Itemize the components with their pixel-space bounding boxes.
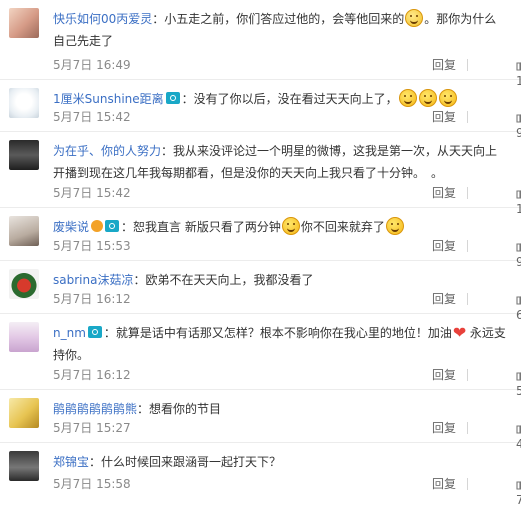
avatar[interactable]: [9, 88, 39, 118]
smiley-emoji-icon: [418, 89, 437, 107]
comment-text: sabrina沫菇凉：欧弟不在天天向上，我都没看了: [53, 269, 507, 291]
reply-button[interactable]: 回复: [432, 476, 456, 492]
timestamp: 5月7日 16:12: [53, 292, 131, 306]
avatar[interactable]: [9, 398, 39, 428]
timestamp: 5月7日 15:53: [53, 239, 131, 253]
comment-content: ：恕我直言 新版只看了两分钟: [121, 220, 281, 234]
username-link[interactable]: 为在乎、你的人努力: [53, 144, 161, 158]
reply-button[interactable]: 回复: [432, 57, 456, 73]
comment-content: 你不回来就弃了: [300, 220, 385, 234]
divider: [467, 187, 468, 199]
username-link[interactable]: 鹃鹃鹃鹃鹃鹃熊: [53, 402, 137, 416]
username-link[interactable]: sabrina沫菇凉: [53, 273, 133, 287]
vip-level-icon: [91, 220, 104, 232]
thumbs-up-icon: [516, 61, 521, 71]
sweat-emoji-icon: [405, 9, 424, 27]
heart-emoji-icon: [453, 325, 469, 341]
comment-item: 1厘米Sunshine距离 ：没有了你以后，没在看过天天向上了， 5月7日 15:…: [0, 80, 521, 140]
comment-content: ：欧弟不在天天向上，我都没看了: [133, 273, 314, 287]
comment-content: ：就算是话中有话那又怎样？根本不影响你在我心里的地位！加油: [103, 326, 452, 340]
comment-text: 鹃鹃鹃鹃鹃鹃熊：想看你的节目: [53, 398, 507, 420]
comment-meta: 5月7日 15:58 回复 71: [53, 476, 521, 507]
username-link[interactable]: 1厘米Sunshine距离: [53, 92, 164, 106]
like-count: 71: [516, 493, 521, 507]
comment-meta: 5月7日 15:42 回复 91: [53, 109, 521, 140]
thumbs-up-icon: [516, 295, 521, 305]
comment-text: 为在乎、你的人努力：我从来没评论过一个明星的微博，这我是第一次，从天天向上开播到…: [53, 140, 507, 184]
thumbs-up-icon: [516, 480, 521, 490]
divider: [467, 111, 468, 123]
comment-item: sabrina沫菇凉：欧弟不在天天向上，我都没看了 5月7日 16:12 回复 …: [0, 261, 521, 322]
smiley-emoji-icon: [438, 89, 457, 107]
vip-badge-icon: [165, 92, 180, 104]
comment-text: 废柴说 ：恕我直言 新版只看了两分钟 你不回来就弃了: [53, 216, 507, 238]
thumbs-up-icon: [516, 371, 521, 381]
timestamp: 5月7日 16:12: [53, 368, 131, 382]
timestamp: 5月7日 15:42: [53, 110, 131, 124]
avatar[interactable]: [9, 451, 39, 481]
smiley-emoji-icon: [398, 89, 417, 107]
divider: [467, 240, 468, 252]
comment-item: 郑锦宝：什么时候回来跟涵哥一起打天下？ 5月7日 15:58 回复 71: [0, 443, 521, 507]
comment-meta: 5月7日 16:12 回复 65: [53, 291, 521, 322]
vip-badge-icon: [105, 220, 120, 232]
comment-content: ：什么时候回来跟涵哥一起打天下？: [89, 455, 282, 469]
divider: [467, 59, 468, 71]
comment-item: 快乐如何00丙爱灵：小五走之前，你们答应过他的，会等他回来的 。那你为什么自己先走…: [0, 0, 521, 88]
comment-text: n_nm：就算是话中有话那又怎样？根本不影响你在我心里的地位！加油永远支持你。: [53, 322, 507, 366]
comment-item: 废柴说 ：恕我直言 新版只看了两分钟 你不回来就弃了 5月7日 15:53 回复 9…: [0, 208, 521, 269]
username-link[interactable]: 郑锦宝: [53, 455, 89, 469]
thumbs-up-icon: [516, 189, 521, 199]
reply-button[interactable]: 回复: [432, 238, 456, 254]
comment-item: 为在乎、你的人努力：我从来没评论过一个明星的微博，这我是第一次，从天天向上开播到…: [0, 132, 521, 216]
comment-text: 快乐如何00丙爱灵：小五走之前，你们答应过他的，会等他回来的 。那你为什么自己先走…: [53, 8, 507, 52]
username-link[interactable]: n_nm: [53, 326, 86, 340]
divider: [467, 293, 468, 305]
timestamp: 5月7日 15:42: [53, 186, 131, 200]
timestamp: 5月7日 16:49: [53, 58, 131, 72]
avatar[interactable]: [9, 322, 39, 352]
divider: [467, 478, 468, 490]
thumbs-up-icon: [516, 242, 521, 252]
thinking-emoji-icon: [385, 217, 404, 235]
thumbs-up-icon: [516, 113, 521, 123]
thumbs-up-icon: [516, 424, 521, 434]
avatar[interactable]: [9, 269, 39, 299]
thinking-emoji-icon: [281, 217, 300, 235]
comment-content: ：想看你的节目: [137, 402, 222, 416]
divider: [467, 422, 468, 434]
like-button[interactable]: 71: [516, 476, 521, 508]
comment-text: 1厘米Sunshine距离 ：没有了你以后，没在看过天天向上了，: [53, 88, 507, 110]
vip-badge-icon: [87, 326, 102, 338]
timestamp: 5月7日 15:27: [53, 421, 131, 435]
username-link[interactable]: 废柴说: [53, 220, 89, 234]
comment-item: 鹃鹃鹃鹃鹃鹃熊：想看你的节目 5月7日 15:27 回复 43: [0, 390, 521, 451]
comment-list: 快乐如何00丙爱灵：小五走之前，你们答应过他的，会等他回来的 。那你为什么自己先走…: [0, 0, 521, 507]
avatar[interactable]: [9, 140, 39, 170]
comment-meta: 5月7日 16:12 回复 52: [53, 367, 521, 398]
username-link[interactable]: 快乐如何00丙爱灵: [53, 12, 152, 26]
comment-meta: 5月7日 15:53 回复 97: [53, 238, 521, 269]
comment-content: ：小五走之前，你们答应过他的，会等他回来的: [152, 12, 405, 26]
reply-button[interactable]: 回复: [432, 367, 456, 383]
divider: [467, 369, 468, 381]
comment-item: n_nm：就算是话中有话那又怎样？根本不影响你在我心里的地位！加油永远支持你。 …: [0, 314, 521, 398]
timestamp: 5月7日 15:58: [53, 477, 131, 491]
reply-button[interactable]: 回复: [432, 291, 456, 307]
comment-meta: 5月7日 15:42 回复 158: [53, 185, 521, 216]
comment-text: 郑锦宝：什么时候回来跟涵哥一起打天下？: [53, 451, 507, 473]
avatar[interactable]: [9, 216, 39, 246]
reply-button[interactable]: 回复: [432, 185, 456, 201]
avatar[interactable]: [9, 8, 39, 38]
comment-content: ：没有了你以后，没在看过天天向上了，: [181, 92, 398, 106]
reply-button[interactable]: 回复: [432, 109, 456, 125]
comment-meta: 5月7日 16:49 回复 192: [53, 57, 521, 88]
reply-button[interactable]: 回复: [432, 420, 456, 436]
comment-meta: 5月7日 15:27 回复 43: [53, 420, 521, 451]
